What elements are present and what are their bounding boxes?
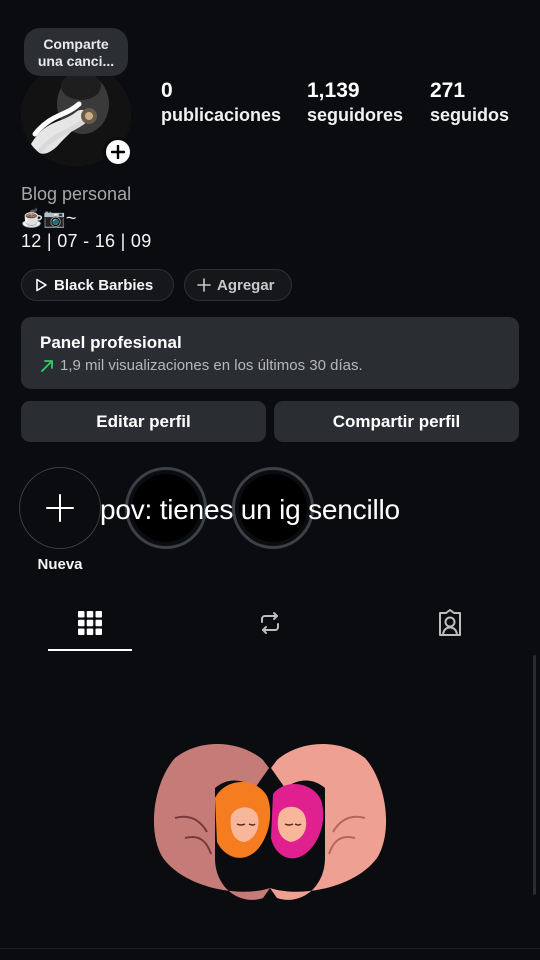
trending-up-icon xyxy=(41,359,53,372)
chip-label: Black Barbies xyxy=(54,276,154,294)
stat-following-value: 271 xyxy=(430,79,466,102)
add-story-button[interactable] xyxy=(103,137,133,167)
tab-grid[interactable] xyxy=(72,605,108,641)
overlay-caption: pov: tienes un ig sencillo xyxy=(100,494,400,525)
chip-label: Agregar xyxy=(217,276,275,294)
stat-posts[interactable]: 0 publicaciones xyxy=(161,79,281,126)
divider xyxy=(0,948,540,949)
stat-following-label: seguidos xyxy=(430,105,510,125)
grid-icon xyxy=(78,611,102,635)
stat-following[interactable]: 271 seguidos xyxy=(430,79,509,126)
share-profile-button[interactable]: Compartir perfil xyxy=(274,401,519,442)
plus-icon xyxy=(111,145,125,159)
active-tab-indicator xyxy=(48,649,132,651)
song-bubble-text: Comparte una canci... xyxy=(37,36,115,69)
stat-followers[interactable]: 1,139 seguidores xyxy=(307,79,403,126)
repost-icon xyxy=(261,612,279,634)
plus-icon xyxy=(46,494,74,522)
stat-posts-label: publicaciones xyxy=(161,105,282,125)
stat-posts-value: 0 xyxy=(161,79,173,102)
panel-subtitle: 1,9 mil visualizaciones en los últimos 3… xyxy=(60,357,363,374)
tab-tagged[interactable] xyxy=(432,605,468,641)
stat-followers-value: 1,139 xyxy=(307,79,360,102)
tagged-person-icon xyxy=(439,609,461,636)
song-bubble[interactable]: Comparte una canci... xyxy=(24,28,128,76)
tab-reposts[interactable] xyxy=(252,605,288,641)
edit-profile-button[interactable]: Editar perfil xyxy=(21,401,266,442)
add-chip-button[interactable]: Agregar xyxy=(184,269,292,301)
panel-title: Panel profesional xyxy=(40,333,182,352)
scrollbar[interactable] xyxy=(533,655,536,895)
plus-icon xyxy=(197,278,211,292)
stat-followers-label: seguidores xyxy=(307,105,404,125)
bio-text: 12 | 07 - 16 | 09 xyxy=(21,231,152,251)
play-outline-icon xyxy=(36,278,47,292)
highlight-chip-black-barbies[interactable]: Black Barbies xyxy=(21,269,174,301)
heart-hands-illustration xyxy=(145,738,395,908)
new-highlight-label: Nueva xyxy=(37,556,83,573)
profile-category: Blog personal xyxy=(21,184,132,204)
professional-dashboard[interactable]: Panel profesional 1,9 mil visualizacione… xyxy=(21,317,519,389)
panel-subtitle-row: 1,9 mil visualizaciones en los últimos 3… xyxy=(40,357,519,374)
new-highlight-button[interactable] xyxy=(19,467,101,549)
bio-emoji-line: ☕📷~ xyxy=(21,208,77,228)
